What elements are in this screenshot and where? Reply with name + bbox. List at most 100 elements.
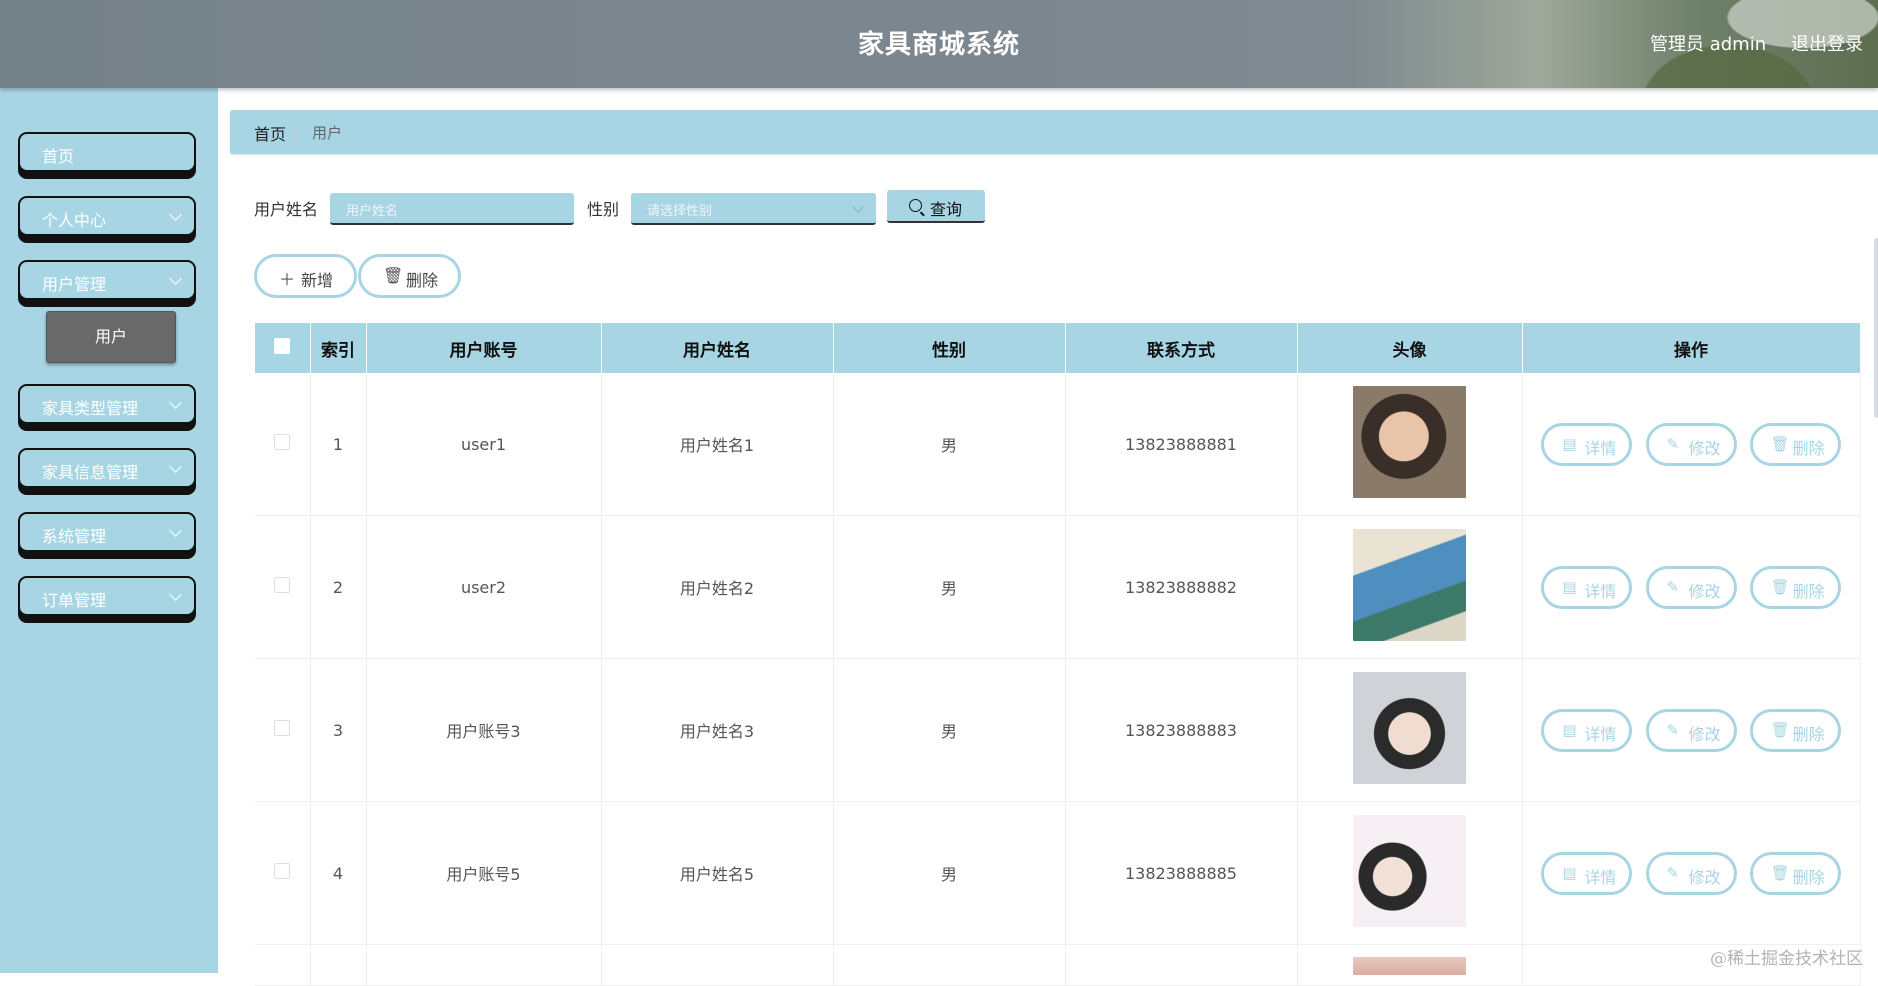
row-checkbox-cell bbox=[255, 944, 311, 986]
sidebar-item-label: 家具信息管理 bbox=[42, 463, 139, 482]
edit-button[interactable]: ✎ 修改 bbox=[1645, 708, 1737, 752]
pencil-icon: ✎ bbox=[1666, 720, 1680, 739]
cell-avatar bbox=[1297, 801, 1523, 945]
breadcrumb: 首页 / 用户 bbox=[230, 110, 1878, 154]
sidebar-item-orders[interactable]: 订单管理 bbox=[18, 576, 196, 616]
delete-button-label: 删除 bbox=[406, 271, 439, 290]
sidebar-item-label: 个人中心 bbox=[42, 211, 107, 230]
top-header: 家具商城系统 管理员 admin 退出登录 bbox=[0, 0, 1878, 88]
logout-button[interactable]: 退出登录 bbox=[1791, 30, 1863, 56]
trash-icon: 🗑 bbox=[1770, 577, 1790, 596]
edit-button[interactable]: ✎ 修改 bbox=[1645, 565, 1737, 609]
detail-label: 详情 bbox=[1584, 867, 1617, 887]
sidebar-item-personal-center[interactable]: 个人中心 bbox=[18, 196, 196, 236]
chevron-down-icon bbox=[169, 588, 182, 601]
cell-avatar bbox=[1297, 944, 1523, 986]
cell-index: 4 bbox=[310, 801, 367, 945]
chevron-down-icon bbox=[169, 524, 182, 537]
avatar bbox=[1353, 957, 1466, 975]
cell-index: 2 bbox=[310, 515, 367, 659]
admin-label: 管理员 admin bbox=[1650, 34, 1767, 55]
add-button[interactable]: ＋ 新增 bbox=[254, 254, 357, 298]
delete-button[interactable]: 🗑 删除 bbox=[1749, 565, 1841, 609]
cell-index: 3 bbox=[310, 658, 367, 802]
cell-phone: 13823888883 bbox=[1065, 658, 1298, 802]
edit-label: 修改 bbox=[1688, 438, 1721, 458]
trash-icon: 🗑 bbox=[1770, 434, 1790, 453]
sidebar-item-furniture-info[interactable]: 家具信息管理 bbox=[18, 448, 196, 488]
cell-gender: 男 bbox=[833, 658, 1066, 802]
document-icon: ▤ bbox=[1562, 720, 1577, 739]
gender-select[interactable]: 请选择性别 bbox=[631, 193, 876, 225]
edit-label: 修改 bbox=[1688, 867, 1721, 887]
delete-label: 删除 bbox=[1792, 867, 1825, 887]
cell-phone: 13823888882 bbox=[1065, 515, 1298, 659]
chevron-down-icon bbox=[852, 201, 864, 213]
sidebar-item-label: 订单管理 bbox=[42, 591, 107, 610]
scrollbar[interactable] bbox=[1874, 238, 1878, 418]
sidebar-item-user-management[interactable]: 用户管理 bbox=[18, 260, 196, 300]
cell-gender: 男 bbox=[833, 515, 1066, 659]
table-row: 3 用户账号3 用户姓名3 男 13823888883 ▤ 详情 ✎ 修改 🗑 删除 bbox=[255, 658, 1861, 802]
cell-gender: 男 bbox=[833, 801, 1066, 945]
watermark: @稀土掘金技术社区 bbox=[1710, 949, 1863, 969]
sidebar: 首页 个人中心 用户管理 用户 家具类型管理 家具信息管理 系统管理 订单管理 bbox=[0, 88, 218, 973]
row-checkbox[interactable] bbox=[274, 863, 291, 879]
header-avatar: 头像 bbox=[1297, 323, 1523, 373]
cell-account: user1 bbox=[366, 373, 602, 516]
cell-index bbox=[310, 944, 367, 986]
cell-gender bbox=[833, 944, 1066, 986]
cell-gender: 男 bbox=[833, 373, 1066, 516]
delete-button[interactable]: 🗑 删除 bbox=[1749, 851, 1841, 895]
cell-account: 用户账号3 bbox=[366, 658, 602, 802]
cell-phone: 13823888885 bbox=[1065, 801, 1298, 945]
app-title: 家具商城系统 bbox=[857, 30, 1020, 60]
gender-filter-label: 性别 bbox=[587, 200, 620, 219]
row-checkbox[interactable] bbox=[274, 720, 291, 736]
sidebar-item-label: 家具类型管理 bbox=[42, 399, 139, 418]
detail-button[interactable]: ▤ 详情 bbox=[1541, 422, 1633, 466]
row-checkbox-cell bbox=[255, 515, 311, 659]
row-checkbox[interactable] bbox=[274, 434, 291, 450]
cell-actions: ▤ 详情 ✎ 修改 🗑 删除 bbox=[1522, 801, 1861, 945]
row-checkbox[interactable] bbox=[274, 577, 291, 593]
header-account: 用户账号 bbox=[366, 323, 602, 373]
batch-delete-button[interactable]: 🗑 删除 bbox=[358, 254, 461, 298]
cell-actions: ▤ 详情 ✎ 修改 🗑 删除 bbox=[1522, 515, 1861, 659]
cell-account: user2 bbox=[366, 515, 602, 659]
query-button[interactable]: 查询 bbox=[887, 190, 985, 223]
detail-button[interactable]: ▤ 详情 bbox=[1541, 851, 1633, 895]
cell-account bbox=[366, 944, 602, 986]
chevron-down-icon bbox=[169, 272, 182, 285]
table-row-partial bbox=[255, 944, 1861, 986]
name-search-input[interactable]: 用户姓名 bbox=[330, 193, 574, 225]
delete-button[interactable]: 🗑 删除 bbox=[1749, 708, 1841, 752]
row-checkbox-cell bbox=[255, 801, 311, 945]
edit-button[interactable]: ✎ 修改 bbox=[1645, 851, 1737, 895]
detail-button[interactable]: ▤ 详情 bbox=[1541, 708, 1633, 752]
sidebar-item-label: 系统管理 bbox=[42, 527, 107, 546]
sidebar-item-system[interactable]: 系统管理 bbox=[18, 512, 196, 552]
users-table: 索引 用户账号 用户姓名 性别 联系方式 头像 操作 1 user1 用户姓名1… bbox=[255, 323, 1861, 986]
header-phone: 联系方式 bbox=[1065, 323, 1298, 373]
header-gender: 性别 bbox=[833, 323, 1066, 373]
detail-label: 详情 bbox=[1584, 724, 1617, 744]
breadcrumb-home[interactable]: 首页 bbox=[254, 121, 286, 145]
cell-name: 用户姓名1 bbox=[601, 373, 834, 516]
edit-button[interactable]: ✎ 修改 bbox=[1645, 422, 1737, 466]
header-name: 用户姓名 bbox=[601, 323, 834, 373]
select-all-checkbox[interactable] bbox=[274, 337, 291, 354]
delete-button[interactable]: 🗑 删除 bbox=[1749, 422, 1841, 466]
edit-label: 修改 bbox=[1688, 724, 1721, 744]
edit-label: 修改 bbox=[1688, 581, 1721, 601]
search-icon bbox=[909, 199, 922, 212]
detail-button[interactable]: ▤ 详情 bbox=[1541, 565, 1633, 609]
sidebar-item-furniture-type[interactable]: 家具类型管理 bbox=[18, 384, 196, 424]
pencil-icon: ✎ bbox=[1666, 863, 1680, 882]
sidebar-item-home[interactable]: 首页 bbox=[18, 132, 196, 172]
sidebar-subitem-users[interactable]: 用户 bbox=[46, 311, 176, 363]
delete-label: 删除 bbox=[1792, 724, 1825, 744]
detail-label: 详情 bbox=[1584, 581, 1617, 601]
header-actions: 操作 bbox=[1522, 323, 1861, 373]
table-row: 1 user1 用户姓名1 男 13823888881 ▤ 详情 ✎ 修改 🗑 删除 bbox=[255, 373, 1861, 516]
